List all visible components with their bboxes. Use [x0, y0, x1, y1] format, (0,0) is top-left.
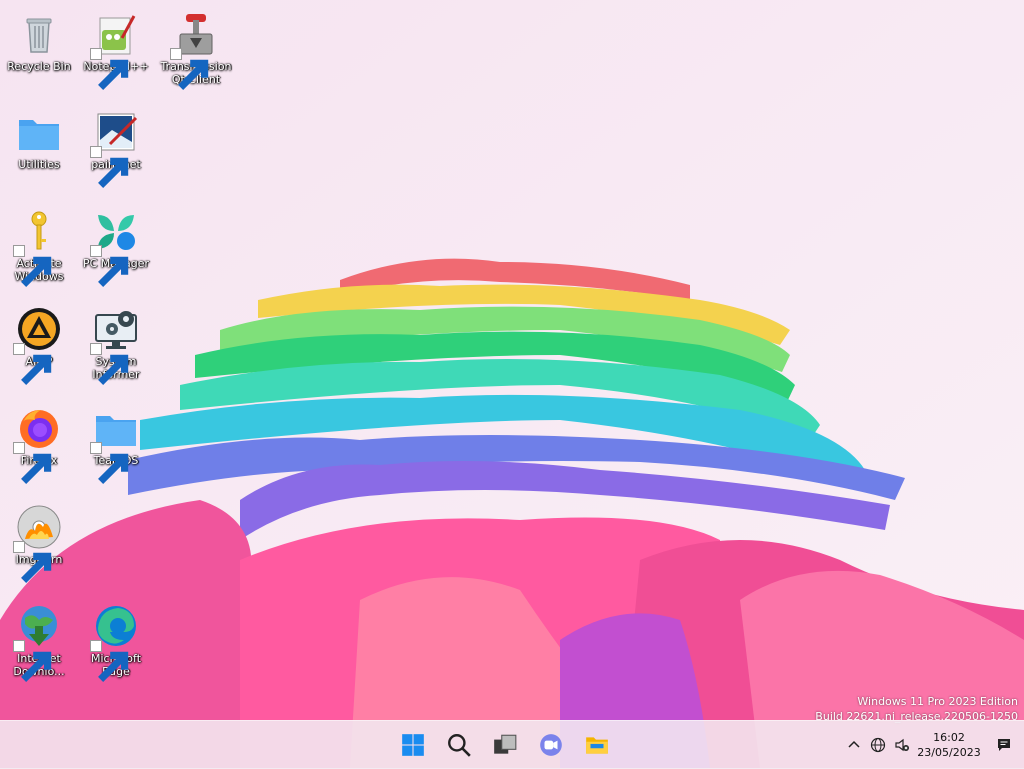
transmission-icon	[170, 10, 220, 90]
desktop-icon-label: Utilities	[18, 158, 60, 171]
desktop-icon-microsoft-edge[interactable]: Microsoft Edge	[78, 596, 154, 682]
desktop-icon-internet-download-manager[interactable]: Internet Downlo...	[1, 596, 77, 682]
desktop-icon-firefox[interactable]: Firefox	[1, 398, 77, 484]
shortcut-arrow-icon	[90, 343, 129, 385]
desktop-icon-recycle-bin[interactable]: Recycle Bin	[1, 4, 77, 73]
shortcut-arrow-icon	[90, 146, 129, 188]
desktop-icon-transmission[interactable]: Transmission Qt Client	[158, 4, 234, 90]
notifications-button[interactable]	[984, 721, 1024, 769]
shortcut-arrow-icon	[13, 640, 52, 682]
watermark-edition: Windows 11 Pro 2023 Edition	[857, 695, 1018, 708]
start-button[interactable]	[390, 721, 436, 769]
firefox-icon	[13, 404, 63, 484]
recycle-bin-icon	[15, 10, 63, 58]
notepadplusplus-icon	[90, 10, 140, 90]
desktop-icon-notepadplusplus[interactable]: Notepad++	[78, 4, 154, 90]
shortcut-arrow-icon	[13, 541, 52, 583]
desktop-icon-system-informer[interactable]: System Informer	[78, 299, 154, 385]
desktop-icon-paintnet[interactable]: paint.net	[78, 102, 154, 188]
shortcut-arrow-icon	[90, 245, 129, 287]
taskbar: 16:02 23/05/2023	[0, 720, 1024, 769]
key-icon	[13, 207, 63, 287]
desktop-icon-label: Recycle Bin	[7, 60, 71, 73]
show-hidden-icons-button[interactable]	[842, 721, 866, 769]
desktop-icon-teamos[interactable]: TeamOS	[78, 398, 154, 484]
volume-button[interactable]	[890, 721, 914, 769]
taskbar-pinned-apps	[390, 721, 620, 769]
shortcut-arrow-icon	[170, 48, 209, 90]
search-button[interactable]	[436, 721, 482, 769]
file-explorer-button[interactable]	[574, 721, 620, 769]
folder-icon	[15, 108, 63, 156]
teams-chat-icon	[540, 734, 562, 756]
network-button[interactable]	[866, 721, 890, 769]
desktop-icon-grid: Recycle Bin Notepad++ Transmission Qt Cl…	[0, 0, 240, 720]
shortcut-arrow-icon	[13, 343, 52, 385]
desktop-icon-aimp[interactable]: AIMP	[1, 299, 77, 385]
volume-muted-icon	[895, 738, 909, 752]
paintnet-icon	[90, 108, 140, 188]
desktop-icon-activate-windows[interactable]: Activate Windows	[1, 201, 77, 287]
desktop-icon-imgburn[interactable]: ImgBurn	[1, 497, 77, 583]
teams-chat-button[interactable]	[528, 721, 574, 769]
edge-icon	[90, 602, 140, 682]
globe-no-internet-icon	[870, 737, 886, 753]
shortcut-arrow-icon	[90, 48, 129, 90]
folder-icon	[90, 404, 140, 484]
system-informer-icon	[90, 305, 140, 385]
notification-icon	[998, 739, 1010, 751]
chevron-up-icon	[848, 740, 860, 748]
file-explorer-icon	[586, 737, 608, 754]
aimp-icon	[13, 305, 63, 385]
shortcut-arrow-icon	[90, 640, 129, 682]
pc-manager-icon	[90, 207, 140, 287]
clock-time: 16:02	[933, 731, 965, 744]
system-tray: 16:02 23/05/2023	[842, 721, 1024, 769]
imgburn-icon	[13, 503, 63, 583]
task-view-button[interactable]	[482, 721, 528, 769]
shortcut-arrow-icon	[13, 245, 52, 287]
desktop-icon-utilities[interactable]: Utilities	[1, 102, 77, 171]
search-icon	[448, 734, 471, 757]
task-view-icon	[494, 734, 517, 754]
start-icon	[402, 734, 424, 756]
desktop-icon-pc-manager[interactable]: PC Manager	[78, 201, 154, 287]
internet-download-manager-icon	[13, 602, 63, 682]
shortcut-arrow-icon	[90, 442, 129, 484]
taskbar-clock[interactable]: 16:02 23/05/2023	[914, 730, 984, 760]
clock-date: 23/05/2023	[917, 746, 981, 759]
shortcut-arrow-icon	[13, 442, 52, 484]
